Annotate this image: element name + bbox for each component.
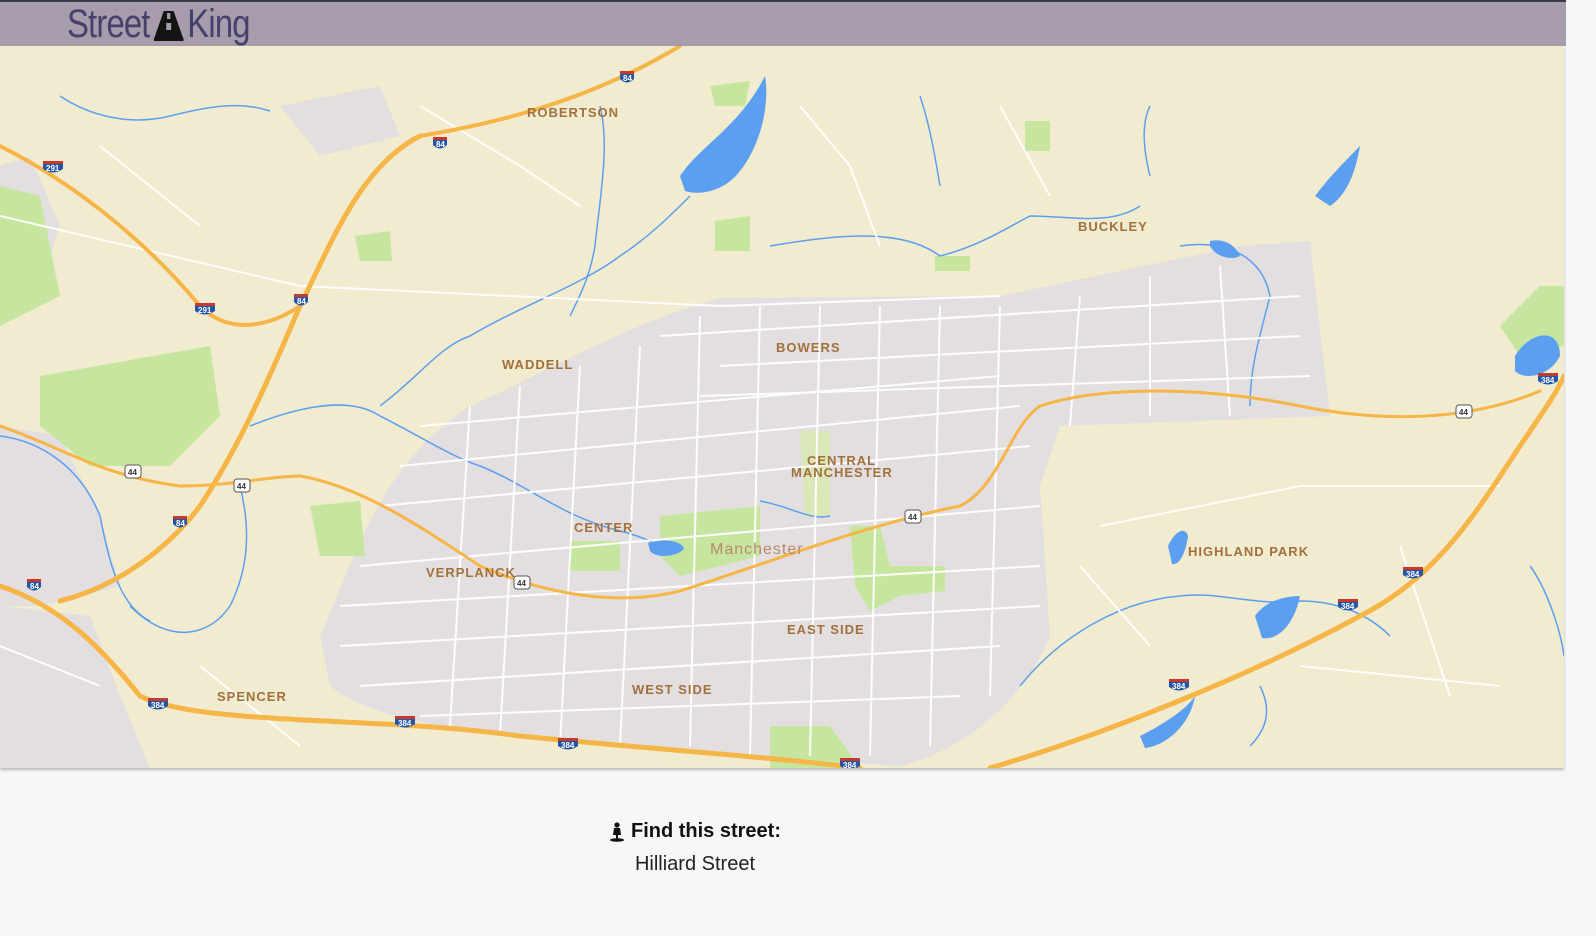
park xyxy=(310,501,365,556)
interstate-shield: 84 xyxy=(173,516,187,528)
us-route-shield: 44 xyxy=(513,575,531,590)
park xyxy=(40,346,220,466)
interstate-shield: 291 xyxy=(195,303,215,315)
place-label-buckley: BUCKLEY xyxy=(1078,219,1148,234)
logo-text-king: King xyxy=(187,1,250,46)
park xyxy=(710,81,750,106)
place-label-highland-park: HIGHLAND PARK xyxy=(1188,544,1309,559)
logo-text-street: Street xyxy=(67,1,150,46)
svg-text:44: 44 xyxy=(517,579,526,588)
task-title-text: Find this street: xyxy=(630,820,781,842)
park xyxy=(1025,121,1050,151)
interstate-shield: 84 xyxy=(433,137,447,149)
place-label-waddell: WADDELL xyxy=(502,357,573,372)
svg-text:44: 44 xyxy=(237,482,246,491)
svg-text:384: 384 xyxy=(398,719,412,728)
place-label-bowers: BOWERS xyxy=(776,340,841,355)
interstate-shield: 384 xyxy=(1169,679,1189,691)
svg-text:384: 384 xyxy=(151,701,165,710)
park xyxy=(715,216,750,251)
interstate-shield: 384 xyxy=(840,758,860,768)
svg-text:384: 384 xyxy=(1406,570,1420,579)
svg-text:291: 291 xyxy=(46,164,60,173)
target-street-name: Hilliard Street xyxy=(634,852,756,875)
us-route-shield: 44 xyxy=(233,478,251,493)
interstate-shield: 384 xyxy=(1338,599,1358,611)
svg-text:44: 44 xyxy=(128,468,137,477)
place-label-verplanck: VERPLANCK xyxy=(426,565,516,580)
us-route-shield: 44 xyxy=(904,509,922,524)
lake xyxy=(1168,530,1188,565)
top-header-bar: Street King xyxy=(0,0,1566,46)
streetking-logo[interactable]: Street King xyxy=(67,0,251,48)
svg-text:384: 384 xyxy=(1172,682,1186,691)
interstate-shield: 384 xyxy=(1538,373,1558,385)
lake xyxy=(1315,146,1360,206)
place-label-east-side: EAST SIDE xyxy=(787,622,865,637)
place-label-spencer: SPENCER xyxy=(217,689,287,704)
svg-text:84: 84 xyxy=(436,140,445,149)
svg-text:44: 44 xyxy=(1459,408,1468,417)
us-route-shield: 44 xyxy=(124,464,142,479)
svg-text:291: 291 xyxy=(198,306,212,315)
task-title: Find this street: xyxy=(609,820,781,843)
person-pin-icon xyxy=(609,821,624,842)
place-label-west-side: WEST SIDE xyxy=(632,682,713,697)
page-scrollbar[interactable] xyxy=(1566,0,1596,936)
city-label-manchester: Manchester xyxy=(710,541,804,558)
svg-text:84: 84 xyxy=(297,297,306,306)
svg-text:384: 384 xyxy=(843,761,857,768)
svg-text:84: 84 xyxy=(176,519,185,528)
interstate-shield: 84 xyxy=(620,71,634,83)
park xyxy=(355,231,392,261)
urban-area xyxy=(280,86,400,156)
svg-text:44: 44 xyxy=(908,513,917,522)
svg-text:384: 384 xyxy=(1541,376,1555,385)
us-route-shield: 44 xyxy=(1455,404,1473,419)
interstate-shield: 384 xyxy=(148,698,168,710)
park xyxy=(935,256,970,271)
interstate-shield: 84 xyxy=(294,294,308,306)
place-label-center: CENTER xyxy=(574,520,633,535)
map-canvas[interactable]: ROBERTSON BUCKLEY BOWERS WADDELL CENTRAL… xyxy=(0,46,1564,768)
svg-text:84: 84 xyxy=(30,582,39,591)
road-icon xyxy=(153,11,184,41)
place-label-robertson: ROBERTSON xyxy=(527,105,619,120)
svg-text:384: 384 xyxy=(561,741,575,750)
interstate-shield: 291 xyxy=(43,161,63,173)
task-panel: Find this street: Hilliard Street xyxy=(0,820,1390,876)
interstate-shield: 84 xyxy=(27,579,41,591)
map-view[interactable]: ROBERTSON BUCKLEY BOWERS WADDELL CENTRAL… xyxy=(0,46,1564,768)
place-label-manchester-central: MANCHESTER xyxy=(791,465,893,480)
svg-text:384: 384 xyxy=(1341,602,1355,611)
interstate-shield: 384 xyxy=(558,738,578,750)
svg-text:84: 84 xyxy=(623,74,632,83)
